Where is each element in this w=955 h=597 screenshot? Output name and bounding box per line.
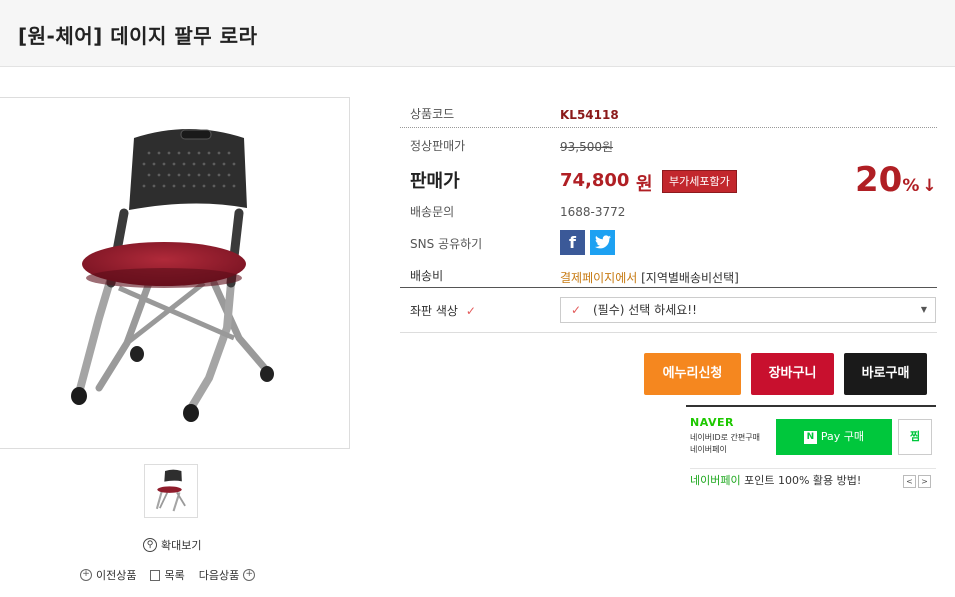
naver-desc-line1: 네이버ID로 간편구매 [690, 433, 760, 442]
seat-color-select[interactable]: ✓ (필수) 선택 하세요!! ▼ [560, 297, 936, 323]
product-title: [원-체어] 데이지 팔무 로라 [18, 24, 258, 48]
code-label: 상품코드 [410, 107, 455, 121]
check-icon: ✓ [571, 303, 582, 317]
divider [400, 332, 937, 333]
plus-icon: + [243, 569, 256, 581]
divider [400, 127, 937, 129]
chair-image [71, 129, 274, 422]
shipping-link[interactable]: 결제페이지에서 [560, 271, 637, 285]
code-value: KL54118 [560, 108, 619, 122]
product-nav: + 이전상품 목록 다음상품 + [80, 567, 256, 583]
buy-now-button[interactable]: 바로구매 [844, 353, 927, 395]
list-label: 목록 [164, 569, 185, 582]
search-icon: ⚲ [143, 538, 157, 552]
shipping-value: 결제페이지에서 [지역별배송비선택] [560, 269, 739, 286]
divider [400, 287, 937, 288]
list-price-value: 93,500원 [560, 140, 614, 154]
check-icon: ✓ [465, 304, 476, 318]
prev-product-label: 이전상품 [96, 569, 137, 582]
naver-point-brand: 네이버페이 [690, 474, 741, 487]
naver-pay-box: NAVER 네이버ID로 간편구매 네이버페이 N Pay 구매 찜 [686, 405, 936, 460]
inquiry-label: 배송문의 [410, 205, 455, 219]
cart-button[interactable]: 장바구니 [751, 353, 834, 395]
sale-price-unit: 원 [636, 174, 653, 195]
chevron-down-icon: ▼ [920, 305, 927, 314]
naver-n-icon: N [803, 430, 817, 444]
sns-label: SNS 공유하기 [410, 237, 483, 251]
list-price-label: 정상판매가 [410, 139, 466, 153]
vat-badge: 부가세포함가 [662, 170, 737, 193]
next-product-link[interactable]: 다음상품 + [198, 567, 256, 583]
list-link[interactable]: 목록 [150, 567, 185, 583]
twitter-bird-icon [594, 235, 611, 249]
option-label-text: 좌판 색상 [410, 304, 458, 318]
zoom-button[interactable]: ⚲ 확대보기 [143, 537, 201, 553]
naver-logo: NAVER [690, 416, 734, 429]
naver-desc-line2: 네이버페이 [690, 445, 727, 454]
naver-point-text: 포인트 100% 활용 방법! [744, 474, 862, 487]
next-product-label: 다음상품 [198, 569, 240, 582]
naver-pay-button[interactable]: N Pay 구매 [776, 419, 892, 455]
discount-percent: % [902, 176, 920, 196]
chevron-left-icon[interactable]: < [903, 475, 916, 488]
prev-product-link[interactable]: + 이전상품 [80, 567, 136, 583]
facebook-icon[interactable]: f [560, 230, 585, 255]
sale-price-value: 74,800 [560, 170, 630, 191]
product-thumbnail[interactable] [144, 464, 198, 518]
list-icon [150, 569, 161, 581]
discount-rate: 20% ↓ [855, 160, 937, 200]
chair-thumbnail-image [155, 469, 186, 512]
shipping-option: [지역별배송비선택] [641, 271, 739, 285]
zoom-label: 확대보기 [161, 539, 202, 552]
down-arrow-icon: ↓ [922, 176, 937, 196]
naver-pay-label: Pay 구매 [820, 430, 865, 443]
option-label: 좌판 색상 ✓ [410, 302, 476, 319]
select-value: (필수) 선택 하세요!! [593, 303, 697, 317]
naver-point-info: 네이버페이 포인트 100% 활용 방법! < > [690, 468, 936, 493]
discount-number: 20 [855, 160, 903, 200]
plus-icon: + [80, 569, 92, 581]
sale-price-label: 판매가 [410, 171, 460, 192]
chevron-right-icon[interactable]: > [918, 475, 931, 488]
inquiry-value: 1688-3772 [560, 205, 626, 219]
product-main-image[interactable] [0, 97, 350, 449]
enuri-request-button[interactable]: 에누리신청 [644, 353, 741, 395]
naver-description: 네이버ID로 간편구매 네이버페이 [690, 432, 760, 456]
twitter-icon[interactable] [590, 230, 615, 255]
page-header: [원-체어] 데이지 팔무 로라 [0, 0, 955, 67]
wishlist-button[interactable]: 찜 [898, 419, 932, 455]
shipping-label: 배송비 [410, 269, 444, 283]
